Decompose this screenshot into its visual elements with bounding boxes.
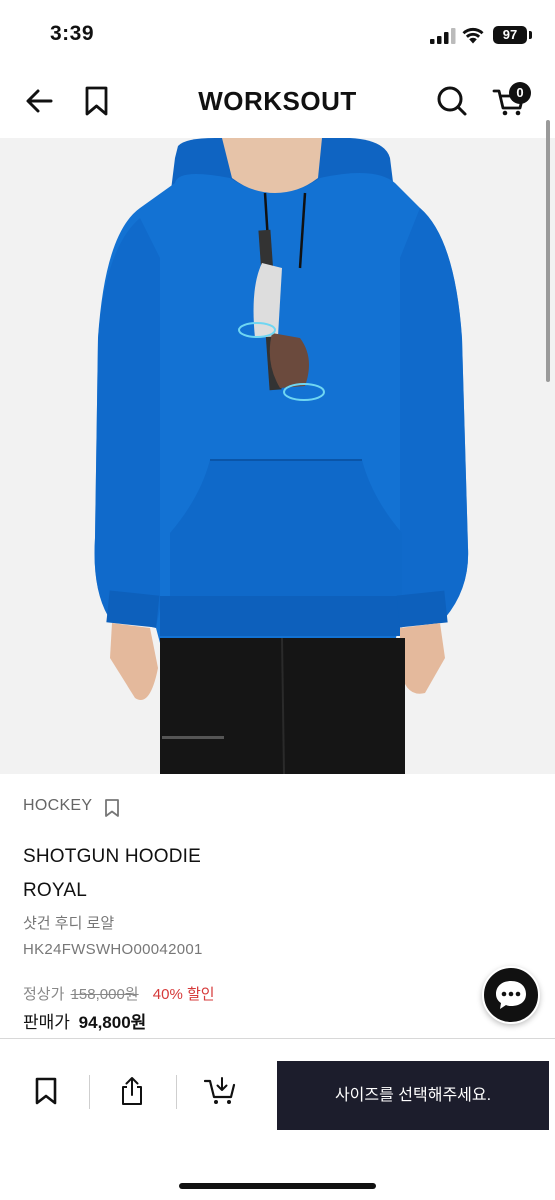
status-time: 3:39: [50, 22, 95, 45]
top-navigation: WORKSOUT 0: [0, 70, 555, 138]
discount-rate: 40% 할인: [152, 986, 215, 1003]
sale-price-row: 판매가 94,800원: [23, 1008, 146, 1033]
regular-price-row: 정상가 158,000원 40% 할인: [23, 983, 215, 1004]
chat-bubble-icon: [496, 981, 526, 1009]
battery-nub: [529, 31, 532, 39]
add-to-cart-icon[interactable]: [204, 1076, 236, 1106]
product-image[interactable]: [0, 138, 555, 774]
wifi-icon: [462, 27, 484, 44]
status-bar: 3:39 97: [0, 0, 555, 70]
brand-bookmark-icon[interactable]: [103, 798, 121, 818]
product-name-korean: 샷건 후디 로얄: [23, 915, 115, 932]
chat-button[interactable]: [482, 966, 540, 1024]
cellular-signal-icon: [430, 28, 456, 44]
battery-indicator: 97: [493, 26, 527, 44]
regular-price-label: 정상가: [23, 986, 65, 1003]
bottom-action-bar: 사이즈를 선택해주세요.: [0, 1038, 555, 1200]
product-name-line2: ROYAL: [23, 880, 88, 901]
sale-price: 94,800원: [78, 1013, 147, 1032]
select-size-button[interactable]: 사이즈를 선택해주세요.: [277, 1061, 549, 1130]
scroll-indicator[interactable]: [546, 120, 550, 382]
divider: [89, 1075, 90, 1109]
divider: [176, 1075, 177, 1109]
cart-count-badge: 0: [509, 82, 531, 104]
share-icon[interactable]: [118, 1076, 146, 1106]
brand-row: HOCKEY: [23, 797, 119, 819]
home-indicator[interactable]: [179, 1183, 376, 1189]
product-brand[interactable]: HOCKEY: [23, 797, 92, 814]
hoodie-photo: [94, 138, 469, 774]
regular-price: 158,000원: [70, 986, 139, 1003]
sale-price-label: 판매가: [23, 1013, 70, 1032]
search-icon[interactable]: [435, 84, 469, 118]
bookmark-icon[interactable]: [32, 1076, 60, 1106]
product-code: HK24FWSWHO00042001: [23, 941, 203, 958]
brand-logo[interactable]: WORKSOUT: [0, 86, 555, 117]
product-name-line1: SHOTGUN HOODIE: [23, 846, 202, 867]
